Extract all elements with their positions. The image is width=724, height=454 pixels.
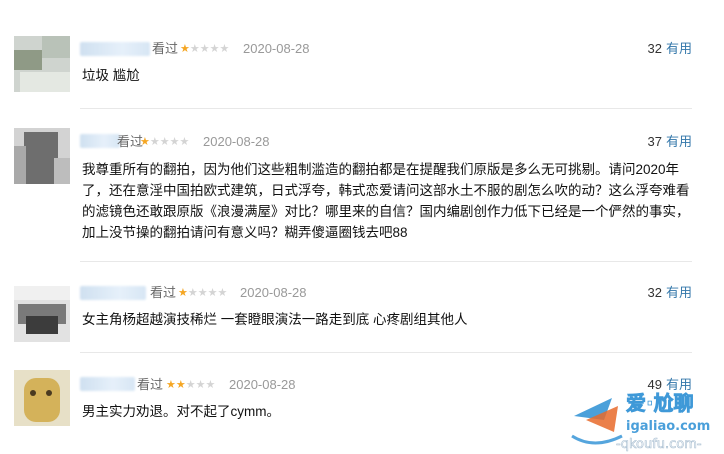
votes-count: 37: [647, 134, 662, 149]
review-date: 2020-08-28: [229, 377, 296, 392]
votes-count: 49: [647, 377, 662, 392]
helpful-votes[interactable]: 49 有用: [648, 378, 692, 392]
divider: [80, 352, 692, 353]
star-filled-icon: ★★: [166, 379, 186, 391]
helpful-votes[interactable]: 32 有用: [648, 286, 692, 300]
avatar[interactable]: [14, 36, 70, 92]
helpful-link[interactable]: 有用: [666, 41, 692, 56]
votes-count: 32: [647, 41, 662, 56]
star-empty-icon: ★★★★: [187, 287, 228, 299]
divider: [80, 108, 692, 109]
review-date: 2020-08-28: [203, 134, 270, 149]
watch-status: 看过: [137, 377, 164, 392]
review-text: 男主实力劝退。对不起了cymm。: [82, 404, 280, 419]
avatar[interactable]: [14, 128, 70, 184]
username[interactable]: [80, 42, 150, 56]
rating-stars: ★★★★★: [178, 286, 227, 300]
star-filled-icon: ★: [178, 287, 188, 299]
username[interactable]: [80, 134, 120, 148]
votes-count: 32: [647, 285, 662, 300]
avatar[interactable]: [14, 370, 70, 426]
rating-stars: ★★★★★: [140, 135, 189, 149]
watch-status: 看过: [152, 41, 179, 56]
helpful-link[interactable]: 有用: [666, 134, 692, 149]
review-text: 女主角杨超越演技稀烂 一套瞪眼演法一路走到底 心疼剧组其他人: [82, 312, 468, 327]
review-date: 2020-08-28: [243, 41, 310, 56]
username[interactable]: [80, 286, 146, 300]
helpful-link[interactable]: 有用: [666, 377, 692, 392]
star-empty-icon: ★★★★: [149, 136, 190, 148]
review-item: 看过 ★★★★★ 2020-08-28 49 有用 男主实力劝退。对不起了cymm…: [0, 354, 724, 454]
star-filled-icon: ★: [140, 136, 150, 148]
review-text: 我尊重所有的翻拍，因为他们这些粗制滥造的翻拍都是在提醒我们原版是多么无可挑剔。请…: [82, 162, 690, 240]
username[interactable]: [80, 377, 135, 391]
review-item: 看过 ★★★★★ 2020-08-28 32 有用 女主角杨超越演技稀烂 一套瞪眼…: [0, 262, 724, 354]
star-empty-icon: ★★★★: [189, 43, 230, 55]
avatar[interactable]: [14, 286, 70, 342]
review-text: 垃圾 尴尬: [82, 68, 140, 83]
star-filled-icon: ★: [180, 43, 190, 55]
star-empty-icon: ★★★: [185, 379, 216, 391]
review-item: 看过 ★★★★★ 2020-08-28 32 有用 垃圾 尴尬: [0, 0, 724, 110]
helpful-link[interactable]: 有用: [666, 285, 692, 300]
watch-status: 看过: [150, 285, 177, 300]
review-date: 2020-08-28: [240, 285, 307, 300]
helpful-votes[interactable]: 37 有用: [648, 135, 692, 149]
helpful-votes[interactable]: 32 有用: [648, 42, 692, 56]
review-item: 看过 ★★★★★ 2020-08-28 37 有用 我尊重所有的翻拍，因为他们这些…: [0, 110, 724, 262]
rating-stars: ★★★★★: [180, 42, 229, 56]
rating-stars: ★★★★★: [166, 378, 215, 392]
